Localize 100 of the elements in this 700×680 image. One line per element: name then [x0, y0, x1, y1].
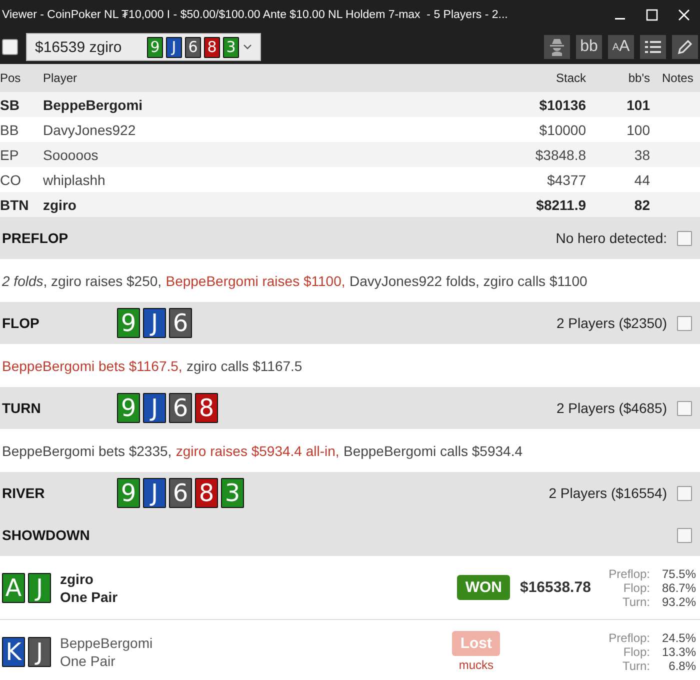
playing-card: 6 — [169, 308, 192, 338]
table-cell: EP — [0, 142, 42, 167]
checkbox[interactable] — [677, 400, 692, 416]
result-badge: Lost — [452, 631, 500, 656]
street-name: FLOP — [2, 315, 40, 331]
bb-button[interactable]: bb — [576, 35, 602, 59]
equity-label: Turn: — [621, 594, 650, 608]
action-text: BeppeBergomi bets $2335, — [2, 442, 172, 458]
column-header[interactable]: Player — [42, 64, 387, 92]
table-cell: zgiro — [42, 192, 387, 217]
playing-card: 3 — [223, 36, 239, 58]
street-name: SHOWDOWN — [2, 527, 91, 543]
spy-button[interactable] — [544, 35, 570, 59]
street-name: TURN — [2, 400, 42, 416]
playing-card: 8 — [204, 36, 220, 58]
equity-value: 86.7% — [660, 580, 696, 594]
table-cell: 82 — [596, 192, 656, 217]
street-name: RIVER — [2, 485, 46, 501]
close-icon[interactable] — [678, 9, 690, 21]
equity-label: Preflop: — [608, 566, 650, 580]
street-info: 2 Players ($2350) — [556, 315, 667, 331]
playing-card: 9 — [117, 393, 140, 423]
player-name: BeppeBergomi — [60, 634, 153, 650]
checkbox[interactable] — [2, 39, 18, 55]
result-badge: WON — [457, 575, 510, 600]
equity-value: 75.5% — [660, 566, 696, 580]
table-cell: $10136 — [386, 92, 596, 117]
action-text: zgiro raises $5934.4 all-in, — [176, 442, 340, 458]
playing-card: 3 — [221, 478, 244, 508]
equity-value: 24.5% — [660, 630, 696, 644]
equity-value: 93.2% — [660, 594, 696, 608]
action-text: BeppeBergomi calls $5934.4 — [343, 442, 522, 458]
playing-card: J — [143, 393, 166, 423]
table-cell: $3848.8 — [386, 142, 596, 167]
playing-card: 9 — [117, 308, 140, 338]
street-info: 2 Players ($4685) — [556, 400, 667, 416]
checkbox[interactable] — [677, 486, 692, 500]
column-header[interactable]: Pos — [0, 64, 42, 92]
action-text: BeppeBergomi raises $1100, — [166, 272, 346, 288]
playing-card: 6 — [169, 478, 192, 508]
playing-card: A — [2, 572, 25, 602]
playing-card: 8 — [195, 393, 218, 423]
table-cell: 44 — [596, 167, 656, 192]
action-text: BeppeBergomi bets $1167.5, — [2, 358, 182, 374]
table-cell: $8211.9 — [386, 192, 596, 217]
hand-rank: One Pair — [60, 652, 116, 668]
action-text: zgiro calls $1167.5 — [186, 358, 302, 374]
equity-label: Preflop: — [608, 630, 650, 644]
table-cell: whiplashh — [42, 167, 387, 192]
action-text: DavyJones922 folds, zgiro calls $1100 — [349, 272, 588, 288]
table-cell: $10000 — [386, 117, 596, 142]
column-header[interactable]: bb's — [596, 64, 656, 92]
action-text: 2 folds, zgiro raises $250, — [2, 272, 162, 288]
equity-value: 6.8% — [668, 658, 696, 672]
dropdown-value: $16539 zgiro — [35, 38, 123, 56]
maximize-icon[interactable] — [646, 9, 658, 21]
muck-label: mucks — [458, 658, 494, 672]
checkbox[interactable] — [677, 528, 692, 542]
table-cell: 101 — [596, 92, 656, 117]
playing-card: K — [2, 636, 25, 666]
checkbox[interactable] — [677, 316, 692, 330]
street-info: 2 Players ($16554) — [548, 485, 667, 501]
table-cell: BTN — [0, 192, 42, 217]
street-info: No hero detected: — [556, 230, 667, 246]
playing-card: 6 — [169, 393, 192, 423]
player-name: zgiro — [60, 570, 94, 586]
font-size-button[interactable]: AA — [608, 35, 634, 59]
table-cell: CO — [0, 167, 42, 192]
playing-card: 6 — [185, 36, 201, 58]
caret-icon — [243, 44, 252, 50]
hand-dropdown[interactable]: $16539 zgiro 9 J 6 8 3 — [26, 33, 261, 61]
table-cell: DavyJones922 — [42, 117, 387, 142]
column-header[interactable]: Stack — [386, 64, 596, 92]
pencil-icon — [677, 39, 693, 55]
equity-label: Flop: — [622, 580, 650, 594]
equity-label: Flop: — [622, 644, 650, 658]
playing-card: J — [143, 308, 166, 338]
spy-icon — [549, 38, 565, 56]
street-name: PREFLOP — [2, 230, 70, 246]
won-amount: $16538.78 — [520, 579, 592, 596]
equity-value: 13.3% — [660, 644, 696, 658]
table-cell: SB — [0, 92, 42, 117]
hand-rank: One Pair — [60, 588, 118, 604]
window-title: Viewer - CoinPoker NL ₮10,000 I - $50.00/$100.00 Ante $10.00 NL Holdem 7-max - 5 Players - 2... — [2, 9, 509, 21]
checkbox[interactable] — [677, 230, 692, 246]
playing-card: 9 — [147, 36, 163, 58]
playing-card: 9 — [117, 478, 140, 508]
table-cell: 38 — [596, 142, 656, 167]
playing-card: J — [166, 36, 182, 58]
playing-card: J — [143, 478, 166, 508]
playing-card: J — [28, 572, 51, 602]
list-button[interactable] — [640, 35, 666, 59]
column-header[interactable]: Notes — [656, 64, 700, 92]
list-icon — [645, 40, 661, 54]
table-cell: BB — [0, 117, 42, 142]
table-cell: Sooooos — [42, 142, 387, 167]
edit-button[interactable] — [672, 35, 698, 59]
table-cell: BeppeBergomi — [42, 92, 387, 117]
playing-card: J — [28, 636, 51, 666]
playing-card: 8 — [195, 478, 218, 508]
